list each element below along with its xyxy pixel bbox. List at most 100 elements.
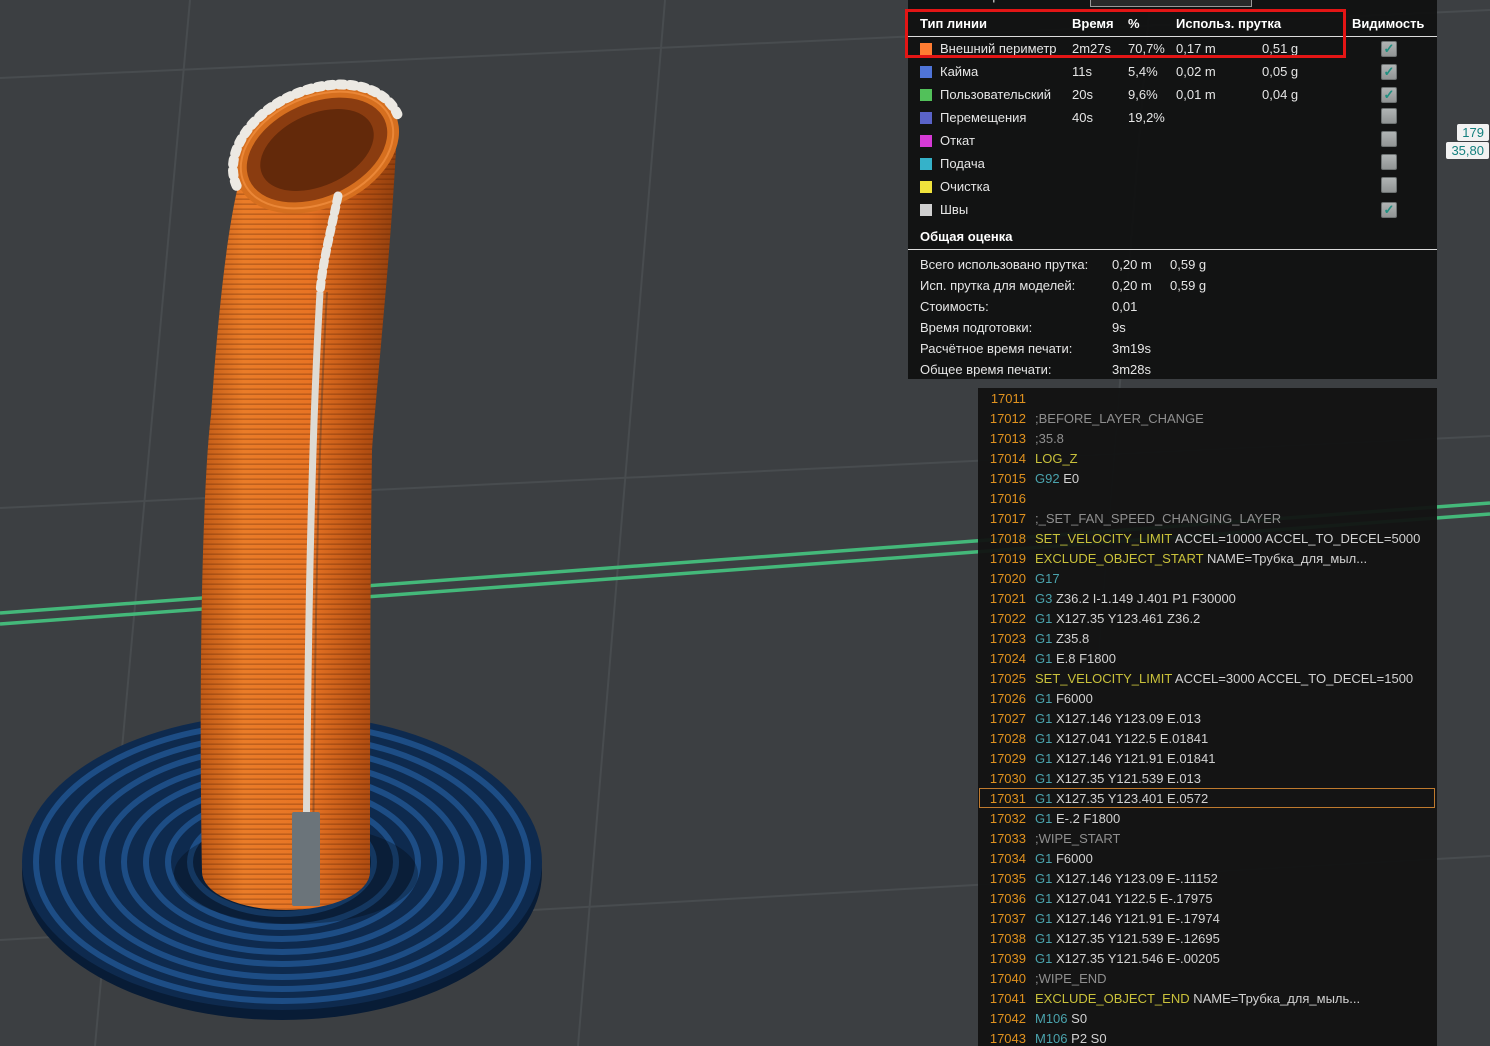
- line-type-color-swatch: [920, 42, 932, 55]
- visibility-checkbox[interactable]: ✓: [1381, 86, 1397, 103]
- estimate-row: Стоимость: 0,01: [908, 296, 1437, 317]
- color-scheme-bar: Цветовая схема Тип линий ▾: [908, 0, 1437, 10]
- gcode-line-number: 17011: [990, 390, 1026, 406]
- gcode-token-cmd: G1: [1035, 710, 1053, 726]
- line-type-color-swatch: [920, 65, 932, 78]
- gcode-line-text: G1 X127.35 Y121.539 E-.12695: [1035, 931, 1220, 946]
- gcode-line[interactable]: 17022 G1 X127.35 Y123.461 Z36.2: [978, 608, 1437, 628]
- visibility-checkbox[interactable]: ✓: [1381, 63, 1397, 80]
- estimate-row: Общее время печати: 3m28s: [908, 359, 1437, 379]
- line-type-color-swatch: [920, 203, 932, 216]
- gcode-line[interactable]: 17027 G1 X127.146 Y123.09 E.013: [978, 708, 1437, 728]
- visibility-cell: [1381, 154, 1437, 173]
- gcode-line-text: ;WIPE_END: [1035, 971, 1107, 986]
- gcode-token-txt: NAME=Трубка_для_мыл...: [1203, 550, 1368, 566]
- gcode-token-cmd: G92: [1035, 470, 1060, 486]
- gcode-line[interactable]: 17032 G1 E-.2 F1800: [978, 808, 1437, 828]
- seam-base-patch: [292, 812, 320, 906]
- gcode-line[interactable]: 17017 ;_SET_FAN_SPEED_CHANGING_LAYER: [978, 508, 1437, 528]
- visibility-checkbox[interactable]: [1381, 108, 1397, 124]
- gcode-viewer[interactable]: 17011 17012 ;BEFORE_LAYER_CHANGE 17013 ;35.8…: [978, 388, 1437, 1046]
- gcode-token-txt: E.8 F1800: [1052, 650, 1116, 666]
- gcode-line[interactable]: 17014 LOG_Z: [978, 448, 1437, 468]
- gcode-lines: 17011 17012 ;BEFORE_LAYER_CHANGE 17013 ;35.8…: [978, 388, 1437, 1046]
- visibility-checkbox[interactable]: ✓: [1381, 40, 1397, 57]
- gcode-line-text: SET_VELOCITY_LIMIT ACCEL=10000 ACCEL_TO_…: [1035, 531, 1420, 546]
- gcode-line[interactable]: 17037 G1 X127.146 Y121.91 E-.17974: [978, 908, 1437, 928]
- gcode-line[interactable]: 17021 G3 Z36.2 I-1.149 J.401 P1 F30000: [978, 588, 1437, 608]
- visibility-checkbox[interactable]: [1381, 177, 1397, 193]
- gcode-line[interactable]: 17013 ;35.8: [978, 428, 1437, 448]
- visibility-cell: ✓: [1381, 63, 1437, 80]
- gcode-line[interactable]: 17016: [978, 488, 1437, 508]
- gcode-line[interactable]: 17041 EXCLUDE_OBJECT_END NAME=Трубка_для_…: [978, 988, 1437, 1008]
- estimate-row: Время подготовки: 9s: [908, 317, 1437, 338]
- gcode-line[interactable]: 17015 G92 E0: [978, 468, 1437, 488]
- gcode-token-txt: NAME=Трубка_для_мыль...: [1189, 990, 1361, 1006]
- gcode-line-number: 17024: [989, 650, 1026, 666]
- gcode-line[interactable]: 17038 G1 X127.35 Y121.539 E-.12695: [978, 928, 1437, 948]
- visibility-checkbox[interactable]: [1381, 154, 1397, 170]
- line-filament-length: 0,17 m: [1176, 41, 1216, 56]
- gcode-token-cmd: G1: [1035, 690, 1053, 706]
- gcode-line[interactable]: 17034 G1 F6000: [978, 848, 1437, 868]
- gcode-line[interactable]: 17018 SET_VELOCITY_LIMIT ACCEL=10000 ACCE…: [978, 528, 1437, 548]
- gcode-line[interactable]: 17042 M106 S0: [978, 1008, 1437, 1028]
- viewport-3d[interactable]: Цветовая схема Тип линий ▾ Тип линии Вре…: [0, 0, 1490, 1046]
- gcode-line[interactable]: 17024 G1 E.8 F1800: [978, 648, 1437, 668]
- col-line-type: Тип линии: [920, 16, 987, 31]
- legend-row: Очистка: [908, 175, 1437, 198]
- estimate-label: Стоимость:: [920, 299, 989, 314]
- gcode-line[interactable]: 17028 G1 X127.041 Y122.5 E.01841: [978, 728, 1437, 748]
- gcode-token-mac: LOG_Z: [1035, 450, 1078, 466]
- gcode-line[interactable]: 17043 M106 P2 S0: [978, 1028, 1437, 1046]
- line-type-label: Внешний периметр: [940, 41, 1057, 56]
- line-type-dropdown[interactable]: Тип линий ▾: [1090, 0, 1253, 7]
- line-time: 2m27s: [1072, 41, 1112, 56]
- gcode-line[interactable]: 17026 G1 F6000: [978, 688, 1437, 708]
- gcode-token-cmd: M106: [1035, 1030, 1068, 1046]
- line-type-label: Откат: [940, 133, 975, 148]
- estimate-label: Время подготовки:: [920, 320, 1033, 335]
- gcode-line[interactable]: 17030 G1 X127.35 Y121.539 E.013: [978, 768, 1437, 788]
- gcode-line-number: 17013: [989, 430, 1026, 446]
- visibility-checkbox[interactable]: ✓: [1381, 201, 1397, 218]
- gcode-line-number: 17036: [989, 890, 1026, 906]
- visibility-cell: ✓: [1381, 40, 1437, 57]
- line-percent: 70,7%: [1128, 41, 1165, 56]
- gcode-line[interactable]: 17029 G1 X127.146 Y121.91 E.01841: [978, 748, 1437, 768]
- gcode-line-number: 17032: [989, 810, 1026, 826]
- gcode-line[interactable]: 17023 G1 Z35.8: [978, 628, 1437, 648]
- gcode-line-text: LOG_Z: [1035, 451, 1078, 466]
- gcode-token-cmd: G1: [1035, 750, 1053, 766]
- gcode-token-cmd: G1: [1035, 650, 1053, 666]
- gcode-line[interactable]: 17040 ;WIPE_END: [978, 968, 1437, 988]
- gcode-line-number: 17040: [989, 970, 1026, 986]
- gcode-line[interactable]: 17012 ;BEFORE_LAYER_CHANGE: [978, 408, 1437, 428]
- gcode-token-mac: SET_VELOCITY_LIMIT: [1035, 670, 1173, 686]
- gcode-line[interactable]: 17025 SET_VELOCITY_LIMIT ACCEL=3000 ACCEL…: [978, 668, 1437, 688]
- legend-header: Тип линии Время % Использ. прутка Видимо…: [908, 10, 1437, 37]
- visibility-checkbox[interactable]: [1381, 131, 1397, 147]
- gcode-line[interactable]: 17031 G1 X127.35 Y123.401 E.0572: [978, 788, 1437, 808]
- estimate-label: Всего использовано прутка:: [920, 257, 1089, 272]
- layer-indicator[interactable]: 179 35,80: [1446, 124, 1489, 159]
- gcode-token-txt: E-.2 F1800: [1052, 810, 1121, 826]
- gcode-line-number: 17025: [989, 670, 1026, 686]
- chevron-down-icon: ▾: [1237, 0, 1244, 3]
- line-type-label: Подача: [940, 156, 985, 171]
- gcode-token-com: ;WIPE_START: [1035, 830, 1121, 846]
- gcode-line-text: ;_SET_FAN_SPEED_CHANGING_LAYER: [1035, 511, 1281, 526]
- gcode-line[interactable]: 17039 G1 X127.35 Y121.546 E-.00205: [978, 948, 1437, 968]
- gcode-line[interactable]: 17036 G1 X127.041 Y122.5 E-.17975: [978, 888, 1437, 908]
- gcode-line[interactable]: 17020 G17: [978, 568, 1437, 588]
- gcode-token-txt: Z35.8: [1052, 630, 1090, 646]
- gcode-line[interactable]: 17011: [978, 388, 1437, 408]
- gcode-line[interactable]: 17033 ;WIPE_START: [978, 828, 1437, 848]
- gcode-line[interactable]: 17019 EXCLUDE_OBJECT_START NAME=Трубка_дл…: [978, 548, 1437, 568]
- gcode-line[interactable]: 17035 G1 X127.146 Y123.09 E-.11152: [978, 868, 1437, 888]
- gcode-token-cmd: G1: [1035, 870, 1053, 886]
- gcode-token-com: ;35.8: [1035, 430, 1064, 446]
- legend-row: Внешний периметр 2m27s 70,7% 0,17 m 0,51 g ✓: [908, 37, 1437, 60]
- gcode-line-number: 17014: [989, 450, 1026, 466]
